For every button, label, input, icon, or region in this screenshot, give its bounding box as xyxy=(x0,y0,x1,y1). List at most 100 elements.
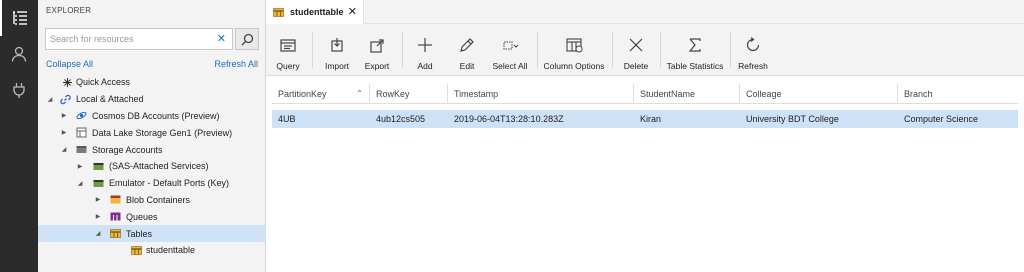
toolbar-separator xyxy=(402,32,403,68)
toolbar-separator xyxy=(612,32,613,68)
refresh-all-link[interactable]: Refresh All xyxy=(214,59,258,69)
delete-icon xyxy=(629,38,643,52)
expanded-arrow-icon[interactable]: ◢ xyxy=(60,146,68,154)
tree-label: Data Lake Storage Gen1 (Preview) xyxy=(92,127,233,138)
export-button[interactable]: Export xyxy=(358,28,396,72)
select-all-icon xyxy=(503,41,519,50)
tree-item-sas-attached[interactable]: ▶ (SAS-Attached Services) xyxy=(38,158,266,175)
collapsed-arrow-icon[interactable]: ▶ xyxy=(94,213,102,221)
tree-label: Emulator - Default Ports (Key) xyxy=(109,178,230,189)
storage-accounts-icon xyxy=(76,146,87,154)
grid-header: PartitionKey ⌃ RowKey Timestamp StudentN… xyxy=(272,84,1018,104)
add-button[interactable]: Add xyxy=(408,28,442,72)
tree-item-emulator[interactable]: ◢ Emulator - Default Ports (Key) xyxy=(38,175,266,192)
tree-item-queues[interactable]: ▶ Queues xyxy=(38,208,266,225)
tree-label: (SAS-Attached Services) xyxy=(109,161,209,172)
column-header-timestamp[interactable]: Timestamp xyxy=(448,84,634,104)
clear-icon[interactable]: ✕ xyxy=(217,32,226,45)
blob-containers-icon xyxy=(110,195,121,204)
explorer-icon[interactable] xyxy=(0,0,38,36)
table-cell: 4ub12cs505 xyxy=(376,114,426,124)
account-icon[interactable] xyxy=(0,36,38,72)
column-options-button[interactable]: Column Options xyxy=(542,28,606,72)
tree-label: Queues xyxy=(126,211,158,222)
expanded-arrow-icon[interactable]: ◢ xyxy=(94,230,102,238)
storage-account-icon xyxy=(93,162,104,170)
tab-label: studenttable xyxy=(290,7,344,17)
tree-item-cosmos-db[interactable]: ▶ Cosmos DB Accounts (Preview) xyxy=(38,108,266,125)
tree-item-local-attached[interactable]: ◢ Local & Attached xyxy=(38,91,266,108)
tree-label: Blob Containers xyxy=(126,194,191,205)
search-box: ✕ xyxy=(45,28,233,50)
expanded-arrow-icon[interactable]: ◢ xyxy=(76,179,84,187)
import-button[interactable]: Import xyxy=(318,28,356,72)
column-header-colleage[interactable]: Colleage xyxy=(740,84,898,104)
tab-studenttable[interactable]: studenttable ✕ xyxy=(266,0,364,24)
edit-icon xyxy=(460,38,474,52)
storage-account-icon xyxy=(93,179,104,187)
column-header-rowkey[interactable]: RowKey xyxy=(370,84,448,104)
tree-label: studenttable xyxy=(146,245,196,256)
add-icon xyxy=(418,38,432,52)
delete-button[interactable]: Delete xyxy=(618,28,654,72)
tree-item-studenttable[interactable]: studenttable xyxy=(38,242,266,259)
collapse-all-link[interactable]: Collapse All xyxy=(46,59,93,69)
data-lake-icon xyxy=(76,127,87,138)
table-icon xyxy=(273,7,284,17)
toolbar-separator xyxy=(730,32,731,68)
sort-ascending-icon: ⌃ xyxy=(356,89,363,98)
queues-icon xyxy=(110,212,121,221)
refresh-icon xyxy=(746,37,760,52)
tree-item-quick-access[interactable]: Quick Access xyxy=(38,74,266,91)
resource-tree: Quick Access ◢ Local & Attached ▶ Cosmos… xyxy=(38,74,266,259)
tree-item-data-lake[interactable]: ▶ Data Lake Storage Gen1 (Preview) xyxy=(38,124,266,141)
table-icon xyxy=(131,246,142,255)
edit-button[interactable]: Edit xyxy=(450,28,484,72)
query-icon xyxy=(280,39,296,52)
search-input[interactable] xyxy=(46,29,206,49)
tables-icon xyxy=(110,229,121,238)
tree-label: Storage Accounts xyxy=(92,144,163,155)
import-icon xyxy=(331,38,343,52)
collapsed-arrow-icon[interactable]: ▶ xyxy=(76,162,84,170)
collapsed-arrow-icon[interactable]: ▶ xyxy=(60,112,68,120)
quick-access-icon xyxy=(63,77,72,87)
toolbar: Query Import Export Add Edit Select All … xyxy=(266,24,1024,76)
cosmos-db-icon xyxy=(76,112,87,120)
collapsed-arrow-icon[interactable]: ▶ xyxy=(60,129,68,137)
tree-label: Cosmos DB Accounts (Preview) xyxy=(92,110,220,121)
table-cell: 2019-06-04T13:28:10.283Z xyxy=(454,114,564,124)
plug-icon[interactable] xyxy=(0,72,38,108)
tree-item-tables[interactable]: ◢ Tables xyxy=(38,225,266,242)
refresh-button[interactable]: Refresh xyxy=(736,28,770,72)
tree-label: Tables xyxy=(126,228,153,239)
tree-label: Local & Attached xyxy=(76,94,144,105)
collapsed-arrow-icon[interactable]: ▶ xyxy=(94,196,102,204)
table-cell: Computer Science xyxy=(904,114,979,124)
table-cell: Kiran xyxy=(640,114,662,124)
tree-item-storage-accounts[interactable]: ◢ Storage Accounts xyxy=(38,141,266,158)
export-icon xyxy=(370,39,384,53)
column-options-icon xyxy=(566,38,583,53)
close-icon[interactable]: ✕ xyxy=(348,5,357,18)
column-header-partitionkey[interactable]: PartitionKey ⌃ xyxy=(272,84,370,104)
main-panel: studenttable ✕ Query Import Export Add E… xyxy=(266,0,1024,272)
expanded-arrow-icon[interactable]: ◢ xyxy=(46,95,54,103)
column-header-branch[interactable]: Branch xyxy=(898,84,1018,104)
select-all-button[interactable]: Select All xyxy=(488,28,532,72)
table-row[interactable]: 4UB 4ub12cs505 2019-06-04T13:28:10.283Z … xyxy=(272,110,1018,128)
tab-bar: studenttable ✕ xyxy=(266,0,1024,24)
column-header-studentname[interactable]: StudentName xyxy=(634,84,740,104)
search-icon xyxy=(241,33,253,45)
data-grid: PartitionKey ⌃ RowKey Timestamp StudentN… xyxy=(272,84,1018,128)
explorer-title: EXPLORER xyxy=(46,6,92,15)
search-button[interactable] xyxy=(235,28,259,50)
table-statistics-button[interactable]: Table Statistics xyxy=(666,28,724,72)
explorer-panel: EXPLORER ✕ Collapse All Refresh All Quic… xyxy=(38,0,266,272)
tree-item-blob-containers[interactable]: ▶ Blob Containers xyxy=(38,192,266,209)
link-icon xyxy=(60,94,71,104)
activity-bar xyxy=(0,0,38,272)
toolbar-separator xyxy=(312,32,313,68)
query-button[interactable]: Query xyxy=(270,28,306,72)
sigma-icon xyxy=(688,38,701,52)
